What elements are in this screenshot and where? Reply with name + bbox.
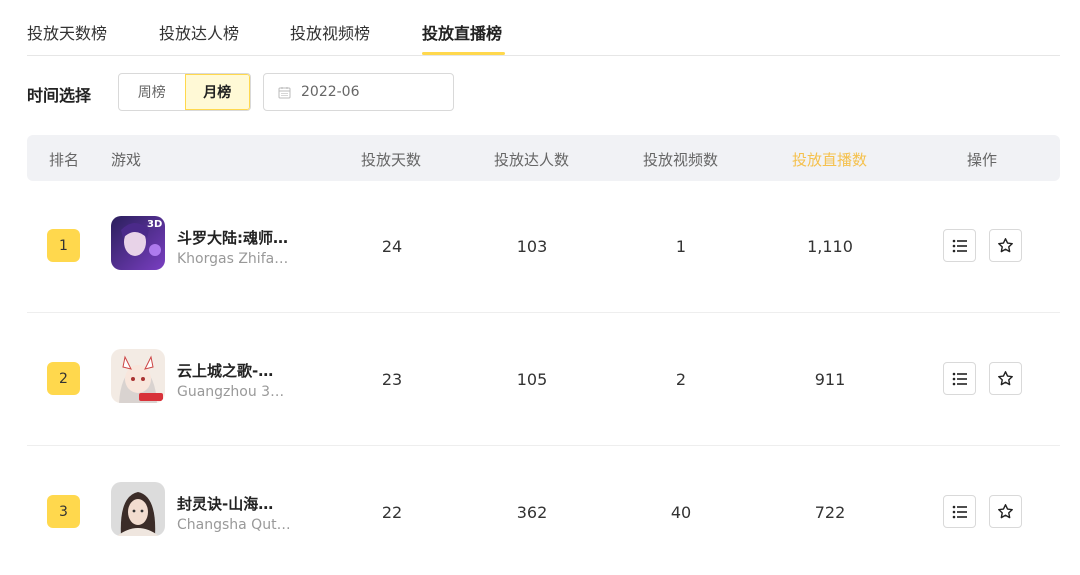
star-icon [998,504,1013,519]
table-row[interactable]: 1 3D 斗罗大陆:魂师… Khorgas Zhifa… 24 103 1 1,… [27,180,1060,313]
table-row[interactable]: 3 封灵诀-山海… Changsha Qut… 22 362 40 722 [27,446,1060,575]
star-icon [998,371,1013,386]
period-toggle: 周榜 月榜 [118,73,251,111]
calendar-icon [278,86,291,98]
weekly-button[interactable]: 周榜 [119,74,185,110]
game-icon: 3D [111,216,165,270]
detail-button[interactable] [943,229,976,262]
game-icon [111,349,165,403]
tab-days-ranking[interactable]: 投放天数榜 [27,20,107,44]
days-value: 24 [381,237,403,256]
tab-influencer-ranking[interactable]: 投放达人榜 [159,20,239,44]
month-picker[interactable]: 2022-06 [263,73,454,111]
lives-value: 722 [814,503,846,522]
header-rank: 排名 [49,151,80,169]
game-company: Khorgas Zhifa… [177,251,289,267]
svg-text:3D: 3D [147,219,162,230]
tab-video-ranking[interactable]: 投放视频榜 [290,20,370,44]
table-header: 排名 游戏 投放天数 投放达人数 投放视频数 投放直播数 操作 [27,135,1060,181]
game-icon [111,482,165,536]
star-icon [998,238,1013,253]
rank-badge: 1 [47,229,80,262]
rank-badge: 3 [47,495,80,528]
rank-badge: 2 [47,362,80,395]
detail-button[interactable] [943,495,976,528]
lives-value: 911 [814,370,846,389]
game-name[interactable]: 斗罗大陆:魂师… [177,227,297,248]
influencers-value: 103 [516,237,548,256]
header-videos: 投放视频数 [643,151,719,169]
influencers-value: 362 [516,503,548,522]
ranking-tabs: 投放天数榜 投放达人榜 投放视频榜 投放直播榜 [27,0,1060,56]
favorite-button[interactable] [989,495,1022,528]
videos-value: 40 [670,503,692,522]
days-value: 22 [381,503,403,522]
table-row[interactable]: 2 云上城之歌-… Guangzhou 37… 23 105 2 911 [27,313,1060,446]
detail-button[interactable] [943,362,976,395]
favorite-button[interactable] [989,229,1022,262]
active-tab-indicator [422,52,505,55]
lives-value: 1,110 [807,237,853,256]
game-company: Changsha Qut… [177,517,291,533]
game-company: Guangzhou 37… [177,384,292,400]
header-days: 投放天数 [361,151,422,169]
favorite-button[interactable] [989,362,1022,395]
game-name[interactable]: 封灵诀-山海… [177,493,297,514]
header-actions: 操作 [967,151,998,169]
videos-value: 1 [675,237,687,256]
header-game: 游戏 [111,151,142,169]
month-picker-value: 2022-06 [301,84,360,100]
game-name[interactable]: 云上城之歌-… [177,360,297,381]
tab-live-ranking[interactable]: 投放直播榜 [422,20,502,44]
days-value: 23 [381,370,403,389]
monthly-button[interactable]: 月榜 [184,74,250,110]
list-icon [952,239,967,252]
header-lives[interactable]: 投放直播数 [792,149,867,170]
videos-value: 2 [675,370,687,389]
influencers-value: 105 [516,370,548,389]
list-icon [952,505,967,518]
time-filter-label: 时间选择 [27,86,92,105]
list-icon [952,372,967,385]
header-influencers: 投放达人数 [494,151,570,169]
